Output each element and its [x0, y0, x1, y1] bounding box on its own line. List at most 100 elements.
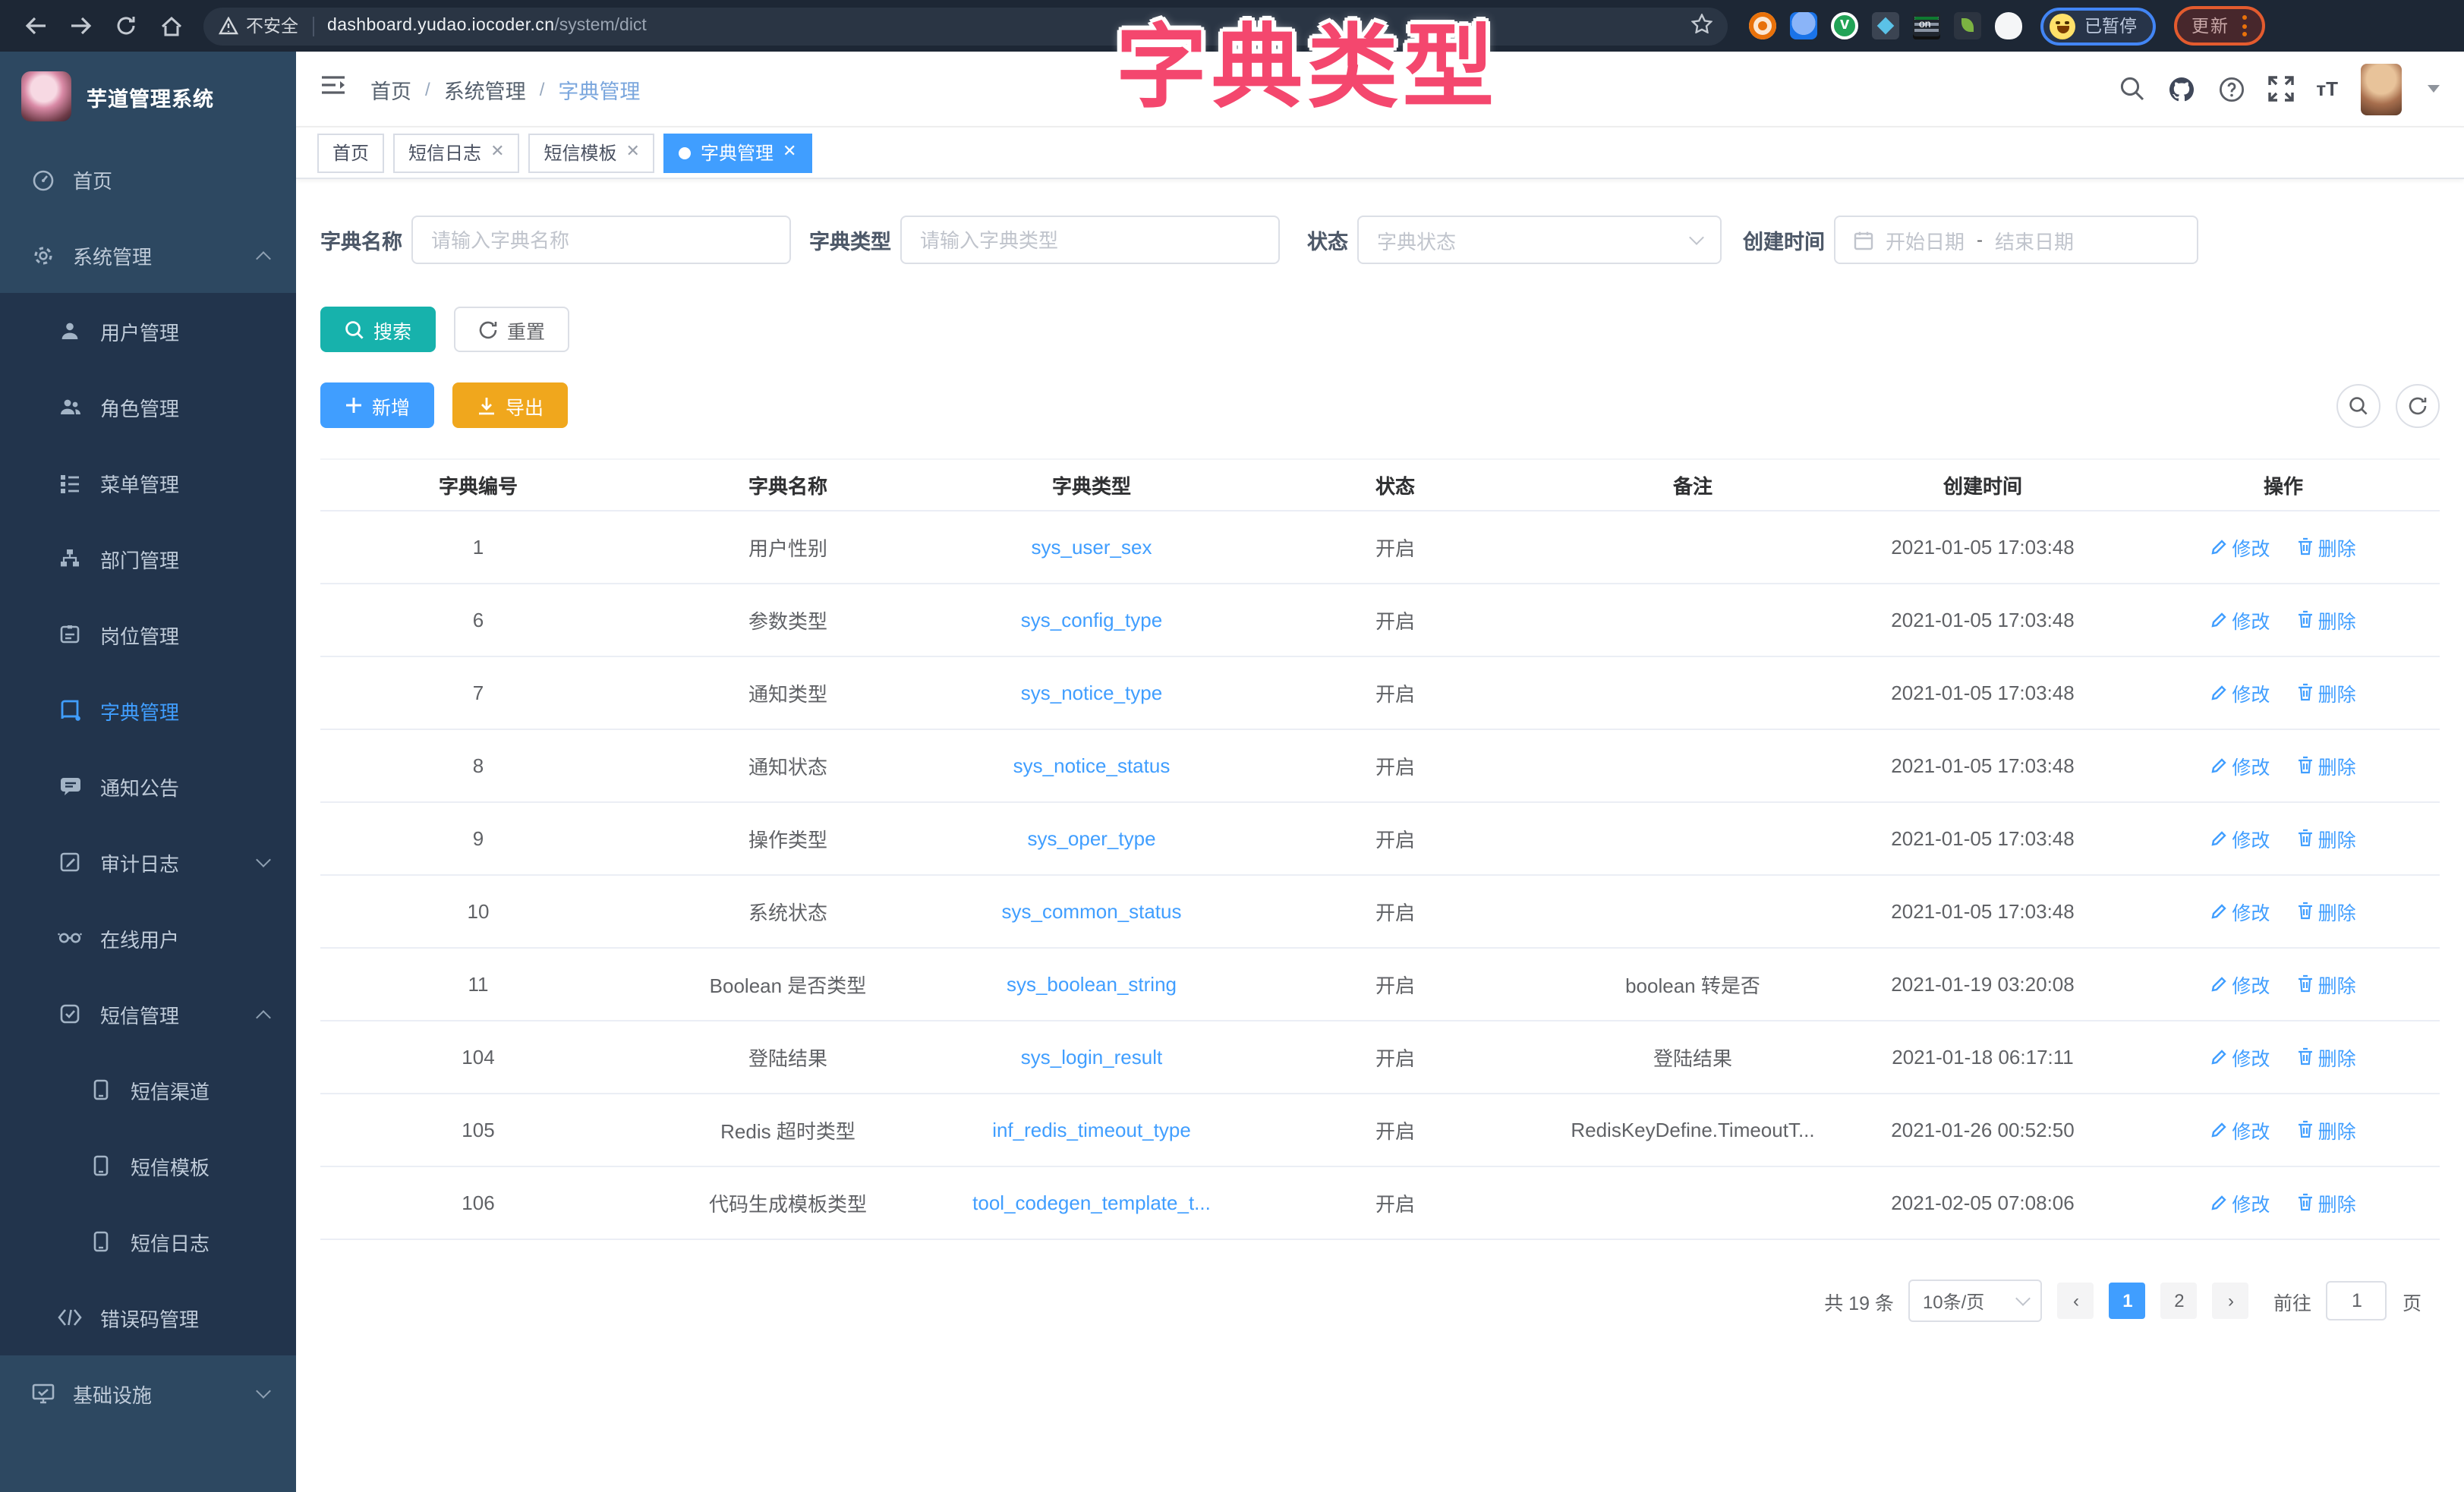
delete-link[interactable]: 删除	[2297, 751, 2356, 780]
sidebar-item-error-code[interactable]: 错误码管理	[0, 1280, 296, 1355]
sidebar-item-home[interactable]: 首页	[0, 141, 296, 217]
edit-link[interactable]: 修改	[2210, 1189, 2270, 1218]
edit-link[interactable]: 修改	[2210, 679, 2270, 708]
close-icon[interactable]: ✕	[626, 144, 640, 161]
browser-forward-icon[interactable]	[58, 6, 103, 46]
font-size-icon[interactable]: ᴛT	[2316, 77, 2338, 100]
green-circle-extension-icon[interactable]	[1831, 12, 1858, 39]
cell-remark: boolean 转是否	[1547, 948, 1839, 1021]
sidebar-item-role-management[interactable]: 角色管理	[0, 369, 296, 445]
prev-page-button[interactable]: ‹	[2058, 1283, 2094, 1319]
tab-sms-template[interactable]: 短信模板 ✕	[529, 133, 655, 172]
edit-link[interactable]: 修改	[2210, 898, 2270, 927]
reset-button[interactable]: 重置	[454, 307, 569, 352]
page-size-select[interactable]: 10条/页	[1909, 1280, 2043, 1322]
dict-type-link[interactable]: sys_notice_type	[1021, 681, 1162, 704]
goto-page-input[interactable]	[2327, 1281, 2387, 1320]
fullscreen-icon[interactable]	[2267, 76, 2293, 102]
sidebar-item-menu-management[interactable]: 菜单管理	[0, 445, 296, 521]
help-icon[interactable]	[2217, 75, 2245, 102]
browser-address-bar[interactable]: 不安全 dashboard.yudao.iocoder.cn/system/di…	[203, 7, 1728, 45]
sidebar-collapse-icon[interactable]	[320, 74, 346, 103]
tab-home[interactable]: 首页	[317, 133, 384, 172]
sidebar-item-infrastructure[interactable]: 基础设施	[0, 1355, 296, 1431]
sidebar-item-sms-management[interactable]: 短信管理	[0, 976, 296, 1052]
dict-type-link[interactable]: sys_notice_status	[1013, 754, 1171, 777]
delete-link[interactable]: 删除	[2297, 1116, 2356, 1144]
show-search-toggle-button[interactable]	[2336, 383, 2381, 427]
date-range-picker[interactable]: 开始日期 - 结束日期	[1834, 216, 2198, 264]
sidebar-item-audit-log[interactable]: 审计日志	[0, 824, 296, 900]
sidebar-item-notice[interactable]: 通知公告	[0, 748, 296, 824]
browser-reload-icon[interactable]	[103, 6, 149, 46]
sidebar-item-user-management[interactable]: 用户管理	[0, 293, 296, 369]
dict-type-link[interactable]: sys_login_result	[1021, 1046, 1162, 1069]
dict-type-link[interactable]: sys_user_sex	[1032, 536, 1152, 559]
delete-link[interactable]: 删除	[2297, 1188, 2356, 1217]
sidebar-item-dept-management[interactable]: 部门管理	[0, 521, 296, 596]
edit-link[interactable]: 修改	[2210, 1116, 2270, 1145]
close-icon[interactable]: ✕	[490, 144, 504, 161]
sidebar-item-post-management[interactable]: 岗位管理	[0, 596, 296, 672]
security-warning[interactable]: 不安全	[219, 14, 298, 38]
delete-link[interactable]: 删除	[2297, 533, 2356, 562]
orange-donut-extension-icon[interactable]	[1749, 12, 1776, 39]
grid-diamond-extension-icon[interactable]	[1872, 12, 1899, 39]
add-button[interactable]: 新增	[320, 382, 434, 428]
edit-link[interactable]: 修改	[2210, 825, 2270, 854]
tab-dict-management[interactable]: 字典管理 ✕	[664, 133, 811, 172]
export-button[interactable]: 导出	[452, 382, 568, 428]
edit-link[interactable]: 修改	[2210, 752, 2270, 781]
browser-back-icon[interactable]	[12, 6, 58, 46]
dict-type-input[interactable]	[920, 228, 1260, 251]
app-logo-row[interactable]: 芋道管理系统	[0, 52, 296, 141]
dict-type-link[interactable]: inf_redis_timeout_type	[992, 1119, 1191, 1141]
sidebar-item-sms-template[interactable]: 短信模板	[0, 1128, 296, 1204]
paused-extension-badge[interactable]: 已暂停	[2040, 7, 2155, 45]
edit-link[interactable]: 修改	[2210, 971, 2270, 999]
sidebar-item-dict-management[interactable]: 字典管理	[0, 672, 296, 748]
refresh-table-button[interactable]	[2396, 383, 2440, 427]
dict-name-input[interactable]	[431, 228, 771, 251]
delete-link[interactable]: 删除	[2297, 678, 2356, 707]
page-number-2[interactable]: 2	[2161, 1283, 2198, 1319]
sidebar-item-system[interactable]: 系统管理	[0, 217, 296, 293]
breadcrumb-system[interactable]: 系统管理	[444, 74, 526, 104]
edit-link[interactable]: 修改	[2210, 534, 2270, 562]
header-search-icon[interactable]	[2119, 76, 2144, 102]
delete-link[interactable]: 删除	[2297, 897, 2356, 926]
delete-link[interactable]: 删除	[2297, 606, 2356, 634]
sidebar-item-sms-log[interactable]: 短信日志	[0, 1204, 296, 1280]
white-dog-extension-icon[interactable]	[1995, 12, 2022, 39]
delete-link[interactable]: 删除	[2297, 1043, 2356, 1072]
breadcrumb-home[interactable]: 首页	[370, 74, 411, 104]
tab-sms-log[interactable]: 短信日志 ✕	[393, 133, 519, 172]
browser-update-button[interactable]: 更新	[2173, 6, 2264, 46]
user-avatar[interactable]	[2361, 63, 2402, 115]
next-page-button[interactable]: ›	[2213, 1283, 2249, 1319]
delete-link[interactable]: 删除	[2297, 970, 2356, 999]
delete-link[interactable]: 删除	[2297, 824, 2356, 853]
user-menu-caret-icon[interactable]	[2428, 85, 2440, 93]
dict-type-link[interactable]: tool_codegen_template_t...	[972, 1191, 1211, 1214]
edit-link[interactable]: 修改	[2210, 1043, 2270, 1072]
page-number-1[interactable]: 1	[2110, 1283, 2146, 1319]
dict-type-link[interactable]: sys_config_type	[1021, 609, 1162, 631]
dict-type-link[interactable]: sys_oper_type	[1027, 827, 1155, 850]
close-icon[interactable]: ✕	[783, 144, 796, 161]
on-badge-extension-icon[interactable]: on	[1913, 12, 1940, 39]
status-select[interactable]: 字典状态	[1357, 216, 1722, 264]
cell-dict-name: 系统状态	[636, 875, 940, 948]
dict-type-link[interactable]: sys_common_status	[1002, 900, 1182, 923]
browser-menu-kebab-icon[interactable]	[2242, 15, 2246, 36]
dict-type-link[interactable]: sys_boolean_string	[1007, 973, 1177, 996]
browser-home-icon[interactable]	[149, 6, 194, 46]
blue-lamp-extension-icon[interactable]	[1790, 12, 1817, 39]
search-button[interactable]: 搜索	[320, 307, 436, 352]
github-icon[interactable]	[2167, 75, 2195, 102]
green-leaf-extension-icon[interactable]	[1954, 12, 1981, 39]
sidebar-item-online-users[interactable]: 在线用户	[0, 900, 296, 976]
bookmark-star-icon[interactable]	[1691, 14, 1713, 38]
edit-link[interactable]: 修改	[2210, 606, 2270, 635]
sidebar-item-sms-channel[interactable]: 短信渠道	[0, 1052, 296, 1128]
